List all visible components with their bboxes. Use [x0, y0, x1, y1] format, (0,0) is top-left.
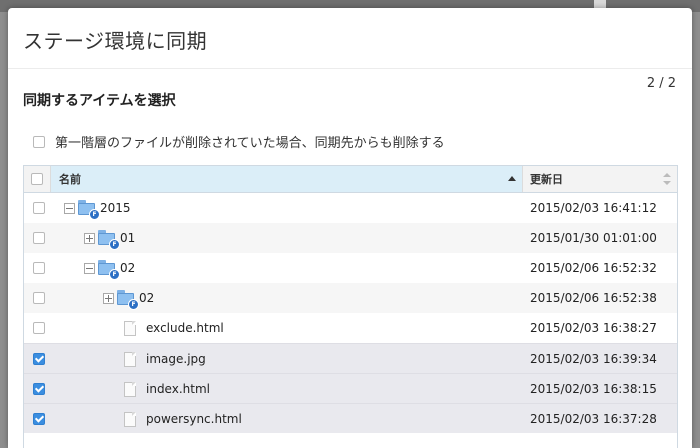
delete-option-label[interactable]: 第一階層のファイルが削除されていた場合、同期先からも削除する — [55, 132, 445, 151]
row-checkbox[interactable] — [33, 292, 45, 304]
tree-row-file[interactable]: exclude.html 2015/02/03 16:38:27 — [24, 313, 677, 343]
tree-row-folder[interactable]: F 2015 2015/02/03 16:41:12 — [24, 193, 677, 223]
row-checkbox[interactable] — [33, 262, 45, 274]
tree-node-label: 02 — [120, 261, 136, 275]
folder-icon: F — [98, 259, 120, 280]
tree-node[interactable]: index.html — [124, 374, 210, 404]
collapse-icon[interactable] — [64, 202, 75, 214]
tree-row-file[interactable]: powersync.html 2015/02/03 16:37:28 — [24, 403, 677, 433]
tree-row-folder[interactable]: F 01 2015/01/30 01:01:00 — [24, 223, 677, 253]
modified-date: 2015/02/03 16:38:15 — [530, 382, 657, 396]
modified-date: 2015/02/06 16:52:32 — [530, 261, 657, 275]
file-icon — [124, 320, 136, 336]
column-header-modified[interactable]: 更新日 — [523, 166, 677, 192]
sort-ascending-icon — [508, 176, 516, 181]
modified-date: 2015/02/03 16:41:12 — [530, 201, 657, 215]
modified-date: 2015/02/03 16:37:28 — [530, 412, 657, 426]
row-checkbox[interactable] — [33, 232, 45, 244]
folder-icon: F — [78, 199, 100, 220]
grid-header: 名前 更新日 — [24, 166, 677, 193]
modified-date: 2015/01/30 01:01:00 — [530, 231, 657, 245]
tree-row-file[interactable]: index.html 2015/02/03 16:38:15 — [24, 373, 677, 403]
collapse-icon[interactable] — [84, 262, 95, 274]
tree-node[interactable]: F 2015 — [64, 193, 131, 223]
row-checkbox[interactable] — [33, 383, 45, 395]
file-icon — [124, 351, 136, 367]
tree-node[interactable]: F 02 — [103, 283, 154, 313]
row-checkbox[interactable] — [33, 202, 45, 214]
row-checkbox[interactable] — [33, 322, 45, 334]
column-header-name[interactable]: 名前 — [51, 166, 523, 192]
modified-date: 2015/02/03 16:39:34 — [530, 352, 657, 366]
tree-node-label: powersync.html — [146, 412, 242, 426]
sort-toggle-icon — [663, 173, 671, 185]
tree-row-folder[interactable]: F 02 2015/02/06 16:52:32 — [24, 253, 677, 283]
modified-date: 2015/02/03 16:38:27 — [530, 321, 657, 335]
tree-node-label: 02 — [139, 291, 155, 305]
sync-dialog: ステージ環境に同期 2 / 2 同期するアイテムを選択 第一階層のファイルが削除… — [8, 8, 692, 448]
expand-icon[interactable] — [103, 292, 114, 304]
modified-date: 2015/02/06 16:52:38 — [530, 291, 657, 305]
row-checkbox[interactable] — [33, 413, 45, 425]
tree-node-label: 2015 — [100, 201, 131, 215]
tree-node[interactable]: F 01 — [84, 223, 135, 253]
folder-icon: F — [98, 229, 120, 250]
select-all-checkbox[interactable] — [31, 173, 43, 185]
expand-icon[interactable] — [84, 232, 95, 244]
dialog-title: ステージ環境に同期 — [23, 29, 208, 53]
tree-node-label: exclude.html — [146, 321, 224, 335]
tree-node-label: index.html — [146, 382, 210, 396]
select-all-cell[interactable] — [24, 166, 51, 192]
column-header-modified-label: 更新日 — [530, 173, 563, 186]
tree-node-label: 01 — [120, 231, 136, 245]
tree-node-label: image.jpg — [146, 352, 206, 366]
file-tree-grid: 名前 更新日 F 2015 2015/02/03 16:41:12 F 01 2015/0… — [23, 165, 678, 448]
tree-node[interactable]: exclude.html — [124, 313, 224, 343]
step-indicator: 2 / 2 — [646, 76, 676, 91]
tree-row-folder[interactable]: F 02 2015/02/06 16:52:38 — [24, 283, 677, 313]
section-heading: 同期するアイテムを選択 — [23, 93, 176, 109]
tree-node[interactable]: image.jpg — [124, 344, 206, 374]
delete-option[interactable]: 第一階層のファイルが削除されていた場合、同期先からも削除する — [33, 132, 445, 151]
tree-node[interactable]: F 02 — [84, 253, 135, 283]
file-icon — [124, 411, 136, 427]
tree-node[interactable]: powersync.html — [124, 404, 242, 434]
folder-icon: F — [117, 289, 139, 310]
title-divider — [8, 68, 692, 69]
file-icon — [124, 381, 136, 397]
delete-option-checkbox[interactable] — [33, 135, 45, 148]
row-checkbox[interactable] — [33, 353, 45, 365]
column-header-name-label: 名前 — [59, 173, 81, 186]
tree-row-file[interactable]: image.jpg 2015/02/03 16:39:34 — [24, 343, 677, 373]
